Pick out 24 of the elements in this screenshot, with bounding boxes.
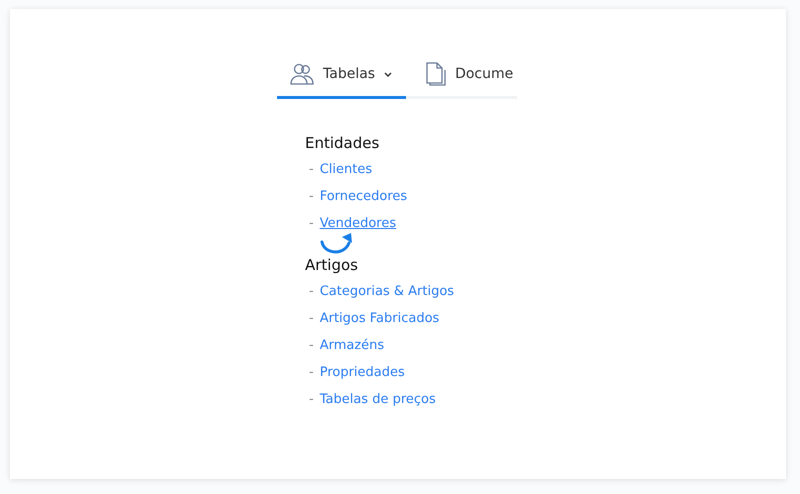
document-icon — [426, 62, 446, 86]
menu-link[interactable]: Clientes — [320, 156, 372, 183]
list-dash: - — [309, 188, 314, 206]
menu-link[interactable]: Propriedades — [320, 359, 405, 386]
list-dash: - — [309, 310, 314, 328]
list-dash: - — [309, 337, 314, 355]
menu-link[interactable]: Vendedores — [320, 210, 396, 237]
menu-link[interactable]: Fornecedores — [320, 183, 408, 210]
list-dash: - — [309, 391, 314, 409]
menu-link[interactable]: Artigos Fabricados — [320, 305, 440, 332]
list-dash: - — [309, 161, 314, 179]
section-heading: Entidades — [305, 133, 380, 153]
section-heading: Artigos — [305, 255, 359, 275]
menu-link[interactable]: Categorias & Artigos — [320, 278, 454, 305]
users-icon — [290, 63, 314, 85]
tab[interactable]: Tabelas — [277, 58, 406, 99]
tab[interactable]: Docume — [406, 58, 517, 99]
menu-link[interactable]: Tabelas de preços — [320, 386, 436, 413]
list-dash: - — [309, 364, 314, 382]
list-dash: - — [309, 215, 314, 233]
list-dash: - — [309, 283, 314, 301]
curved-arrow — [320, 233, 352, 254]
menu-link[interactable]: Armazéns — [320, 332, 384, 359]
caret-icon — [384, 72, 392, 76]
